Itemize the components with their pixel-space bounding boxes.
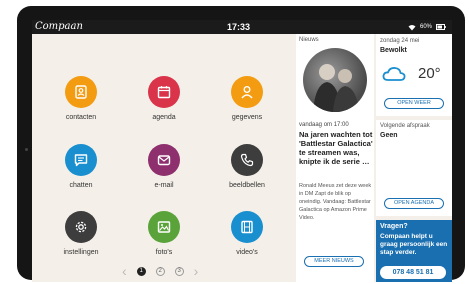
page-dot-2[interactable]: 2 <box>155 266 165 276</box>
app-label: e-mail <box>154 182 174 189</box>
weather-date: zondag 24 mei <box>380 38 420 44</box>
weather-card: zondag 24 mei Bewolkt 20° OPEN WEER <box>376 34 452 116</box>
wifi-icon <box>408 24 416 31</box>
open-agenda-button[interactable]: OPEN AGENDA <box>384 198 444 209</box>
app-instellingen[interactable]: instellingen <box>46 211 116 267</box>
weather-condition: Bewolkt <box>380 47 407 54</box>
app-label: chatten <box>69 182 93 189</box>
news-photo[interactable] <box>303 48 367 112</box>
chevron-left-icon[interactable]: ‹ <box>122 264 127 278</box>
envelope-icon <box>148 144 180 176</box>
app-gegevens[interactable]: gegevens <box>212 76 282 132</box>
battery-icon <box>436 24 446 30</box>
phone-number-button[interactable]: 078 48 51 81 <box>380 266 446 279</box>
app-logo: Compaan <box>35 21 83 32</box>
app-label: foto's <box>155 249 173 256</box>
page-indicator: ‹ 1 2 3 › <box>122 262 232 280</box>
app-grid: contacten agenda gegevens chatten e-mail… <box>32 34 296 282</box>
app-videos[interactable]: video's <box>212 211 282 267</box>
app-e-mail[interactable]: e-mail <box>129 144 199 200</box>
clock: 17:33 <box>227 22 251 32</box>
news-body: Ronald Meeus zet deze week in DM Zapt de… <box>299 183 372 221</box>
app-label: video's <box>236 249 258 256</box>
news-title[interactable]: Na jaren wachten tot 'Battlestar Galacti… <box>299 130 373 166</box>
news-time: vandaag om 17:00 <box>299 122 349 128</box>
app-label: beeldbellen <box>229 182 265 189</box>
chevron-right-icon[interactable]: › <box>194 264 199 278</box>
app-chatten[interactable]: chatten <box>46 144 116 200</box>
app-label: instellingen <box>63 249 99 256</box>
app-label: agenda <box>152 114 176 121</box>
page-dot-1[interactable]: 1 <box>136 266 146 276</box>
news-panel: Nieuws vandaag om 17:00 Na jaren wachten… <box>296 34 374 282</box>
appointment-label: Volgende afspraak <box>380 123 430 129</box>
help-text: Compaan helpt u graag persoonlijk een st… <box>380 233 448 256</box>
news-header: Nieuws <box>299 37 319 43</box>
calendar-icon <box>148 76 180 108</box>
appointment-card: Volgende afspraak Geen OPEN AGENDA <box>376 120 452 216</box>
screen: Compaan 17:33 60% contacten agenda gegev… <box>32 20 452 282</box>
app-contacten[interactable]: contacten <box>46 76 116 132</box>
status-bar: Compaan 17:33 60% <box>32 20 452 34</box>
more-news-button[interactable]: MEER NIEUWS <box>304 256 364 267</box>
contacts-card-icon <box>65 76 97 108</box>
right-column: zondag 24 mei Bewolkt 20° OPEN WEER Volg… <box>376 34 452 282</box>
app-fotos[interactable]: foto's <box>129 211 199 267</box>
gear-icon <box>65 211 97 243</box>
help-card: Vragen? Compaan helpt u graag persoonlij… <box>376 220 452 282</box>
phone-icon <box>231 144 263 176</box>
help-title: Vragen? <box>380 223 408 230</box>
app-label: gegevens <box>231 114 263 121</box>
cloud-icon <box>382 66 406 87</box>
page-dot-3[interactable]: 3 <box>174 266 184 276</box>
battery-percentage: 60% <box>419 24 432 30</box>
film-icon <box>231 211 263 243</box>
person-icon <box>231 76 263 108</box>
open-weather-button[interactable]: OPEN WEER <box>384 98 444 109</box>
app-beeldbellen[interactable]: beeldbellen <box>212 144 282 200</box>
weather-temperature: 20° <box>418 65 441 82</box>
app-agenda[interactable]: agenda <box>129 76 199 132</box>
picture-icon <box>148 211 180 243</box>
camera-dot <box>25 148 28 151</box>
appointment-value: Geen <box>380 132 398 139</box>
app-label: contacten <box>65 114 97 121</box>
chat-bubble-icon <box>65 144 97 176</box>
